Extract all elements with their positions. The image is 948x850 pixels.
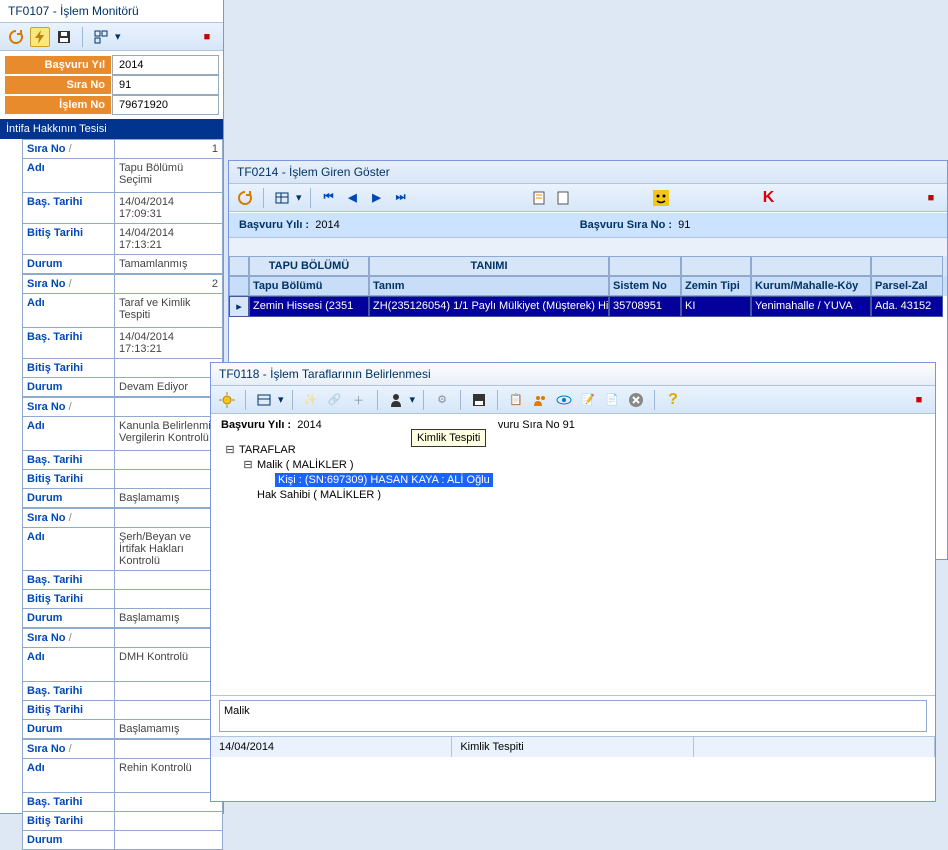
monitor-item[interactable]: Sıra No6AdıRehin KontrolüBaş. TarihiBiti… xyxy=(22,739,223,850)
close-icon[interactable] xyxy=(626,390,646,410)
bolt-icon[interactable] xyxy=(30,27,50,47)
people-icon[interactable] xyxy=(530,390,550,410)
label-sira-no: Sıra No xyxy=(4,75,112,95)
titlebar: TF0214 - İşlem Giren Göster xyxy=(229,161,947,184)
monitor-item[interactable]: Sıra No4AdıŞerh/Beyan ve İrtifak Hakları… xyxy=(22,508,223,628)
titlebar: TF0118 - İşlem Taraflarının Belirlenmesi xyxy=(211,363,935,386)
dropdown-icon[interactable]: ▾ xyxy=(296,191,302,204)
tree-view[interactable]: ⊟TARAFLAR ⊟Malik ( MALİKLER ) Kişi : (SN… xyxy=(211,436,935,696)
face-icon[interactable] xyxy=(651,188,671,208)
lbl-sira-no: vuru Sıra No xyxy=(498,419,560,431)
toolbar: ▾ ■ xyxy=(0,23,223,51)
toolbar: ▾ ⏮ ◀ ▶ ⏭ K ■ xyxy=(229,184,947,212)
col-parsel[interactable]: Parsel-Zal xyxy=(871,276,943,296)
save-icon[interactable] xyxy=(54,27,74,47)
process-name-strip: İntifa Hakkının Tesisi xyxy=(0,119,223,139)
gear-icon: ⚙ xyxy=(432,390,452,410)
edit1-icon[interactable]: 📝 xyxy=(578,390,598,410)
tree-malik[interactable]: ⊟Malik ( MALİKLER ) xyxy=(221,457,925,472)
label-basvuru-yil: Başvuru Yıl xyxy=(4,55,112,75)
layout-icon[interactable] xyxy=(91,27,111,47)
col-tapu[interactable]: Tapu Bölümü xyxy=(249,276,369,296)
status-box: Malik xyxy=(219,700,927,732)
col-group-tanim: TANIMI xyxy=(369,256,609,276)
grid-header-group: TAPU BÖLÜMÜTANIMI xyxy=(229,256,947,276)
cell-zemin: KI xyxy=(681,296,751,317)
val-sira-no: 91 xyxy=(678,219,690,231)
value-islem-no[interactable]: 79671920 xyxy=(112,95,219,115)
cell-tanim: ZH(235126054) 1/1 Paylı Mülkiyet (Müşter… xyxy=(369,296,609,317)
monitor-item[interactable]: Sıra No5AdıDMH KontrolüBaş. TarihiBitiş … xyxy=(22,628,223,739)
label-islem-no: İşlem No xyxy=(4,95,112,115)
doc-icon[interactable] xyxy=(529,188,549,208)
window-islem-monitoru: TF0107 - İşlem Monitörü ▾ ■ Başvuru Yıl2… xyxy=(0,0,224,814)
tree-kisi-selected[interactable]: Kişi : (SN:697309) HASAN KAYA : ALİ Oğlu xyxy=(221,472,925,488)
val-basvuru-yili: 2014 xyxy=(315,219,339,231)
lbl-basvuru-yili: Başvuru Yılı : xyxy=(239,219,309,231)
page-icon[interactable] xyxy=(553,188,573,208)
plus-icon: ＋ xyxy=(349,390,369,410)
refresh-icon[interactable] xyxy=(6,27,26,47)
value-sira-no[interactable]: 91 xyxy=(112,75,219,95)
dropdown-icon[interactable]: ▾ xyxy=(278,393,284,406)
grid-icon[interactable] xyxy=(272,188,292,208)
k-icon[interactable]: K xyxy=(759,188,779,208)
lbl-basvuru-yili: Başvuru Yılı : xyxy=(221,419,291,431)
refresh-icon[interactable] xyxy=(235,188,255,208)
col-tanim[interactable]: Tanım xyxy=(369,276,609,296)
wand-icon: ✨ xyxy=(301,390,321,410)
tooltip-kimlik: Kimlik Tespiti xyxy=(411,429,486,447)
col-zemin[interactable]: Zemin Tipi xyxy=(681,276,751,296)
val-sira-no: 91 xyxy=(563,419,575,431)
help-icon[interactable]: ? xyxy=(663,390,683,410)
window-taraflar: TF0118 - İşlem Taraflarının Belirlenmesi… xyxy=(210,362,936,802)
save-icon[interactable] xyxy=(469,390,489,410)
row-indicator: ▸ xyxy=(229,296,249,317)
val-basvuru-yili: 2014 xyxy=(297,419,321,431)
grid-row-selected[interactable]: ▸ Zemin Hissesi (2351 ZH(235126054) 1/1 … xyxy=(229,296,947,317)
col-sistem[interactable]: Sistem No xyxy=(609,276,681,296)
person-icon[interactable] xyxy=(386,390,406,410)
edit2-icon[interactable]: 📄 xyxy=(602,390,622,410)
status-bar: 14/04/2014 Kimlik Tespiti xyxy=(211,736,935,757)
header-info: Başvuru Yılı : 2014 vuru Sıra No 91 xyxy=(211,414,935,436)
col-group-tapu: TAPU BÖLÜMÜ xyxy=(249,256,369,276)
status-empty xyxy=(694,737,935,757)
nav-last-icon[interactable]: ⏭ xyxy=(391,188,411,208)
dropdown-icon[interactable]: ▾ xyxy=(115,30,121,43)
nav-first-icon[interactable]: ⏮ xyxy=(319,188,339,208)
tree-root[interactable]: ⊟TARAFLAR xyxy=(221,442,925,457)
form-area: Başvuru Yıl2014 Sıra No91 İşlem No796719… xyxy=(0,51,223,119)
monitor-item[interactable]: Sıra No1AdıTapu Bölümü SeçimiBaş. Tarihi… xyxy=(22,139,223,274)
red-icon[interactable]: ■ xyxy=(197,27,217,47)
eye-icon[interactable] xyxy=(554,390,574,410)
cell-parsel: Ada. 43152 xyxy=(871,296,943,317)
cell-kurum: Yenimahalle / YUVA xyxy=(751,296,871,317)
clipboard-icon[interactable]: 📋 xyxy=(506,390,526,410)
nav-prev-icon[interactable]: ◀ xyxy=(343,188,363,208)
titlebar: TF0107 - İşlem Monitörü xyxy=(0,0,223,23)
monitor-list: Sıra No1AdıTapu Bölümü SeçimiBaş. Tarihi… xyxy=(22,139,223,850)
value-basvuru-yil[interactable]: 2014 xyxy=(112,55,219,75)
sun-icon[interactable] xyxy=(217,390,237,410)
status-step: Kimlik Tespiti xyxy=(452,737,693,757)
lbl-sira-no: Başvuru Sıra No : xyxy=(580,219,672,231)
grid-header: Tapu Bölümü Tanım Sistem No Zemin Tipi K… xyxy=(229,276,947,296)
toolbar: ▾ ✨ 🔗 ＋ ▾ ⚙ 📋 📝 📄 ? ■ xyxy=(211,386,935,414)
tree-haksahibi[interactable]: Hak Sahibi ( MALİKLER ) xyxy=(221,488,925,502)
cell-sistem: 35708951 xyxy=(609,296,681,317)
cell-tapu: Zemin Hissesi (2351 xyxy=(249,296,369,317)
nav-next-icon[interactable]: ▶ xyxy=(367,188,387,208)
monitor-item[interactable]: Sıra No3AdıKanunla Belirlenmiş Vergileri… xyxy=(22,397,223,508)
monitor-item[interactable]: Sıra No2AdıTaraf ve Kimlik TespitiBaş. T… xyxy=(22,274,223,397)
header-info: Başvuru Yılı : 2014 Başvuru Sıra No : 91 xyxy=(229,212,947,238)
col-kurum[interactable]: Kurum/Mahalle-Köy xyxy=(751,276,871,296)
dropdown2-icon[interactable]: ▾ xyxy=(410,393,416,406)
red-icon[interactable]: ■ xyxy=(921,188,941,208)
status-date: 14/04/2014 xyxy=(211,737,452,757)
red-icon[interactable]: ■ xyxy=(909,390,929,410)
link-icon: 🔗 xyxy=(325,390,345,410)
grid-icon[interactable] xyxy=(254,390,274,410)
